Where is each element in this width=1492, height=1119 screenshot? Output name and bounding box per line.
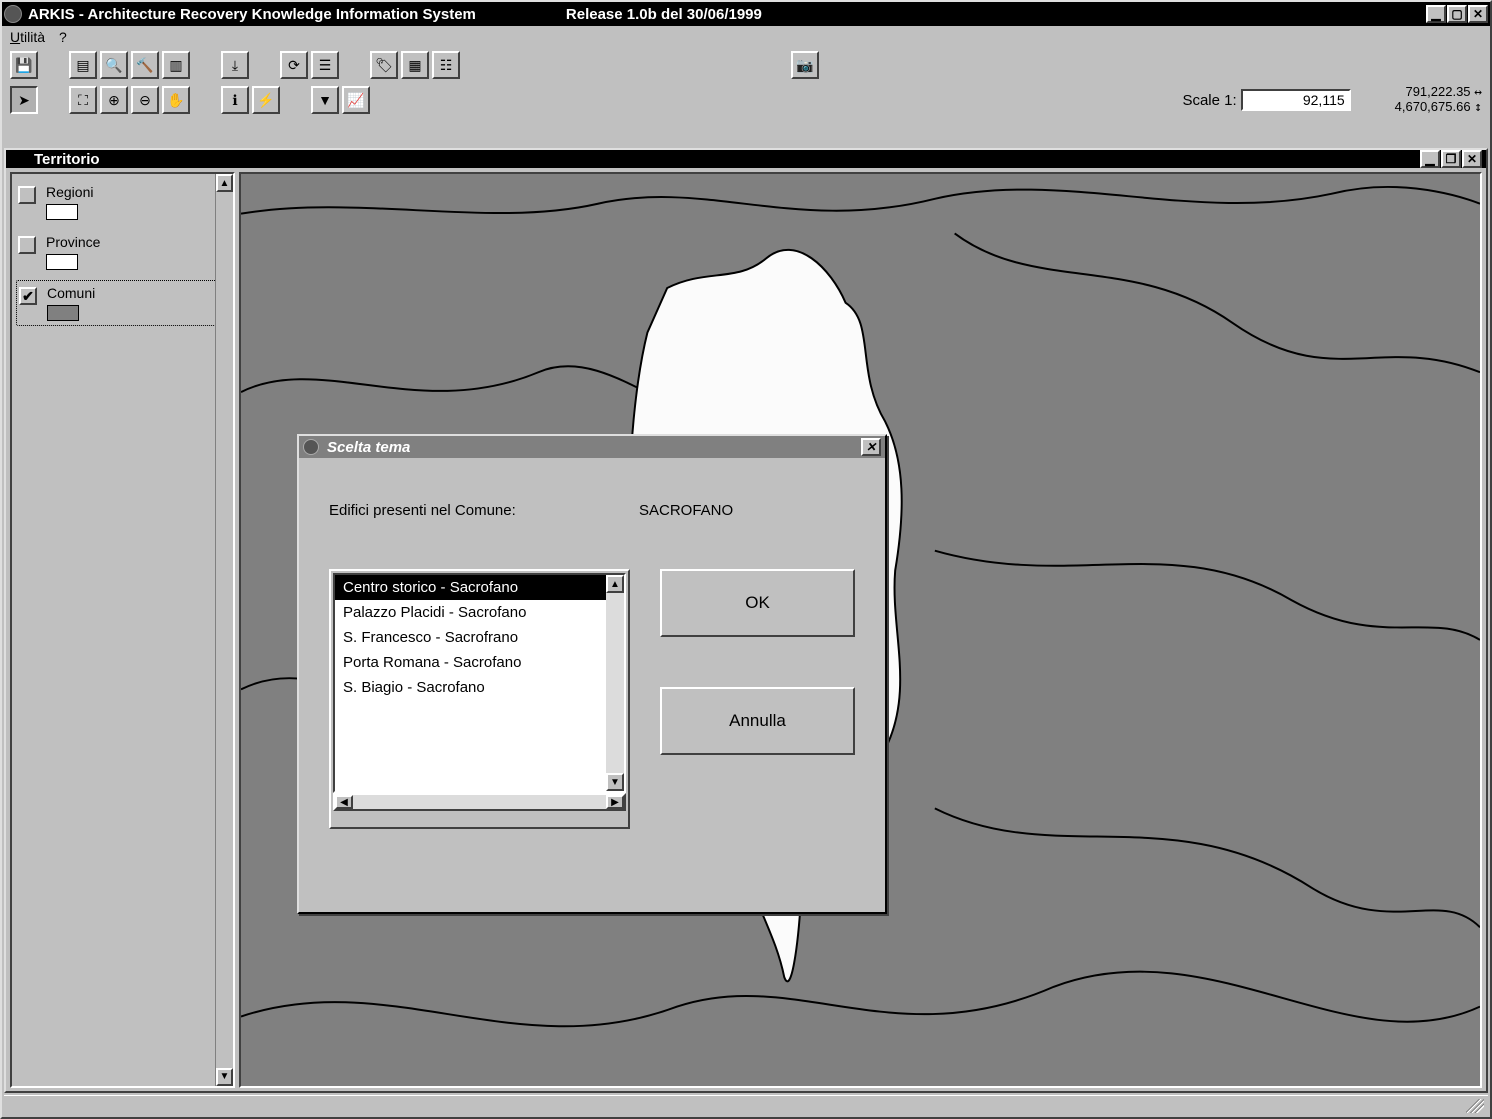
layer-item-province[interactable]: Province: [16, 230, 229, 274]
edifici-list-container: Centro storico - SacrofanoPalazzo Placid…: [329, 569, 630, 829]
find-icon[interactable]: 🔍: [100, 51, 128, 79]
dialog-prompt: Edifici presenti nel Comune:: [329, 502, 639, 519]
toolbar-1: 💾 ▤ 🔍 🔨 ▥ ⤓ ⟳ ☰ 🏷 ▦ ☷ 📷: [2, 48, 1490, 82]
camera-icon[interactable]: 📷: [791, 51, 819, 79]
dialog-comune: SACROFANO: [639, 502, 733, 519]
layer-swatch: [46, 254, 78, 270]
sheet-icon[interactable]: ▤: [69, 51, 97, 79]
territorio-icon: [10, 151, 26, 167]
layer-item-comuni[interactable]: ✔ Comuni: [16, 280, 229, 326]
map-canvas[interactable]: SACROFANO Scelta tema ✕ Edifici presenti…: [239, 172, 1482, 1088]
ok-button[interactable]: OK: [660, 569, 855, 637]
app-release: Release 1.0b del 30/06/1999: [566, 6, 762, 23]
layers-scrollbar[interactable]: ▲ ▼: [215, 174, 233, 1086]
rotate-icon[interactable]: ⟳: [280, 51, 308, 79]
dropdown-icon[interactable]: ▼: [311, 86, 339, 114]
maximize-button[interactable]: ▢: [1447, 5, 1467, 23]
resize-grip[interactable]: [1466, 1099, 1484, 1113]
list-hscrollbar[interactable]: ◀ ▶: [333, 793, 626, 811]
layers-scroll-up[interactable]: ▲: [216, 174, 233, 192]
list-item[interactable]: S. Francesco - Sacrofrano: [335, 625, 624, 650]
save-icon[interactable]: 💾: [10, 51, 38, 79]
app-icon: [4, 5, 22, 23]
menubar: Utilità ?: [2, 26, 1490, 48]
territorio-titlebar: Territorio ▁ ❐ ✕: [6, 150, 1486, 168]
layer-label: Comuni: [47, 285, 95, 301]
layers-icon[interactable]: ☰: [311, 51, 339, 79]
scale-label: Scale 1:: [1182, 92, 1236, 109]
list-scroll-left[interactable]: ◀: [335, 795, 353, 809]
list-item[interactable]: Centro storico - Sacrofano: [335, 575, 624, 600]
info-icon[interactable]: ℹ: [221, 86, 249, 114]
layer-item-regioni[interactable]: Regioni: [16, 180, 229, 224]
layer-checkbox[interactable]: [18, 236, 36, 254]
layers-panel: Regioni Province ✔ Comuni ▲ ▼: [10, 172, 235, 1088]
chart-icon[interactable]: 📈: [342, 86, 370, 114]
layer-label: Regioni: [46, 184, 93, 200]
scelta-tema-dialog: Scelta tema ✕ Edifici presenti nel Comun…: [297, 434, 887, 914]
child-restore-button[interactable]: ❐: [1441, 150, 1461, 168]
dialog-icon: [303, 439, 319, 455]
pointer-icon[interactable]: ➤: [10, 86, 38, 114]
pan-icon[interactable]: ✋: [162, 86, 190, 114]
layer-swatch: [47, 305, 79, 321]
tools-icon[interactable]: 🔨: [131, 51, 159, 79]
coords-readout: 791,222.35 ↔ 4,670,675.66 ↕: [1395, 85, 1482, 116]
menu-utilita[interactable]: Utilità: [10, 29, 45, 45]
zoom-out-icon[interactable]: ⊖: [131, 86, 159, 114]
layer-checkbox[interactable]: [18, 186, 36, 204]
minimize-button[interactable]: ▁: [1426, 5, 1446, 23]
dialog-close-button[interactable]: ✕: [861, 438, 881, 456]
edifici-listbox[interactable]: Centro storico - SacrofanoPalazzo Placid…: [333, 573, 626, 793]
child-close-button[interactable]: ✕: [1462, 150, 1482, 168]
layers-scroll-down[interactable]: ▼: [216, 1068, 233, 1086]
cancel-button[interactable]: Annulla: [660, 687, 855, 755]
report-icon[interactable]: ☷: [432, 51, 460, 79]
list-vscrollbar[interactable]: ▲ ▼: [606, 575, 624, 791]
label-icon[interactable]: 🏷: [370, 51, 398, 79]
import-icon[interactable]: ⤓: [221, 51, 249, 79]
child-minimize-button[interactable]: ▁: [1420, 150, 1440, 168]
list-scroll-up[interactable]: ▲: [606, 575, 624, 593]
app-title: ARKIS - Architecture Recovery Knowledge …: [28, 6, 476, 23]
menu-help[interactable]: ?: [59, 29, 67, 45]
query-icon[interactable]: ▦: [401, 51, 429, 79]
dialog-titlebar[interactable]: Scelta tema ✕: [299, 436, 885, 458]
flash-icon[interactable]: ⚡: [252, 86, 280, 114]
territorio-title: Territorio: [34, 151, 100, 168]
main-titlebar: ARKIS - Architecture Recovery Knowledge …: [2, 2, 1490, 26]
scale-input[interactable]: [1241, 89, 1351, 111]
dialog-title: Scelta tema: [327, 439, 410, 456]
list-item[interactable]: S. Biagio - Sacrofano: [335, 675, 624, 700]
list-item[interactable]: Palazzo Placidi - Sacrofano: [335, 600, 624, 625]
list-scroll-right[interactable]: ▶: [606, 795, 624, 809]
list-icon[interactable]: ▥: [162, 51, 190, 79]
toolbar-2: ➤ ⛶ ⊕ ⊖ ✋ ℹ ⚡ ▼ 📈 Scale 1: 791,222.35 ↔ …: [2, 82, 1490, 119]
territorio-window: Territorio ▁ ❐ ✕ Regioni Province ✔ Comuni …: [4, 148, 1488, 1093]
layer-checkbox[interactable]: ✔: [19, 287, 37, 305]
list-item[interactable]: Porta Romana - Sacrofano: [335, 650, 624, 675]
layer-label: Province: [46, 234, 100, 250]
close-button[interactable]: ✕: [1468, 5, 1488, 23]
zoom-in-icon[interactable]: ⊕: [100, 86, 128, 114]
statusbar: [4, 1095, 1488, 1115]
list-scroll-down[interactable]: ▼: [606, 773, 624, 791]
extent-icon[interactable]: ⛶: [69, 86, 97, 114]
layer-swatch: [46, 204, 78, 220]
